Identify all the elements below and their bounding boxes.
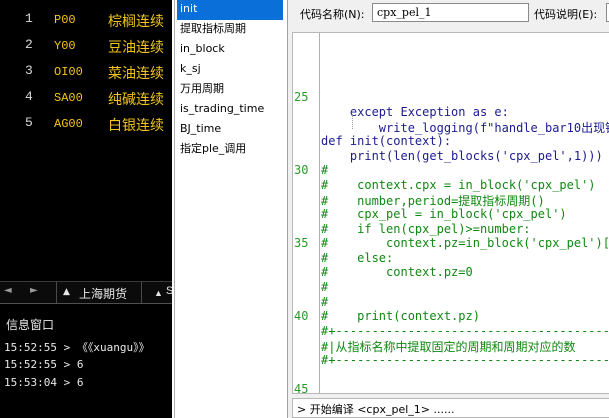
code-name-input[interactable]: cpx_pel_1 [372,3,529,22]
quote-code: SA00 [54,91,83,105]
block-list-item[interactable]: in_block [177,40,283,60]
quote-row[interactable]: 5 AG00 白银连续 [0,111,172,137]
compile-status-text: > 开始编译 <cpx_pel_1> ...... [297,403,455,416]
code-editor-panel: 代码名称(N): cpx_pel_1 代码说明(E): 25 30 35 40 45 e… [287,0,609,418]
quote-name: 豆油连续 [108,40,164,56]
info-window: 信息窗口 15:52:55 > 《《xuangu》》 15:52:55 > 6 … [0,303,172,418]
comment-line[interactable]: #+--------------------------------------… [321,353,609,367]
log-line: 15:52:55 > 《《xuangu》》 [4,341,150,354]
comment-line[interactable]: # print(context.pz) [321,309,480,323]
quote-row[interactable]: 1 P00 棕榈连续 [0,7,172,33]
line-number: 35 [294,236,309,251]
code-name-bar: 代码名称(N): cpx_pel_1 代码说明(E): [288,0,609,26]
quote-index: 2 [25,37,33,52]
comment-line[interactable]: # context.pz=0 [321,265,473,279]
info-window-title: 信息窗口 [6,318,55,332]
compile-output-bar: > 开始编译 <cpx_pel_1> ...... [292,398,609,418]
comment-line[interactable]: # [321,163,328,177]
comment-line[interactable]: # context.pz=in_block('cpx_pel')[nu [321,236,609,250]
function-block-list: init 提取指标周期 in_block k_sj 万用周期 is_trading_tim… [174,0,284,418]
comment-line[interactable]: #+--------------------------------------… [321,324,609,338]
quote-row[interactable]: 4 SA00 纯碱连续 [0,85,172,111]
quote-name: 纯碱连续 [108,92,164,108]
block-list-item[interactable]: k_sj [177,60,283,80]
fold-margin [319,33,320,393]
line-number-gutter: 25 30 35 40 45 [293,33,319,394]
comment-line[interactable]: # else: [321,251,393,265]
block-list-item[interactable]: 提取指标周期 [177,20,283,40]
line-number: 40 [294,309,309,324]
code-name-label: 代码名称(N): [300,8,365,21]
line-number: 30 [294,163,309,178]
quote-row[interactable]: 2 Y00 豆油连续 [0,33,172,59]
comment-line[interactable]: # if len(cpx_pel)>=number: [321,222,531,236]
log-line: 15:53:04 > 6 [4,376,84,389]
quote-name: 白银连续 [108,118,164,134]
quote-code: P00 [54,13,76,27]
quote-code: AG00 [54,117,83,131]
code-line[interactable]: def init(context): [321,134,451,148]
market-tab-bar: ◄ ► ▲ 上海期货 ▲ S [0,281,172,303]
block-list-item[interactable]: 万用周期 [177,80,283,100]
code-text-area[interactable]: 25 30 35 40 45 except Exception as e: write_… [292,32,609,394]
tab-scroll-right-icon[interactable]: ► [30,285,38,296]
comment-line[interactable]: # context.cpx = in_block('cpx_pel') [321,178,596,192]
tab-next-market[interactable]: ▲ S [148,282,172,303]
block-list-item[interactable]: init [177,0,283,20]
quote-index: 4 [25,89,33,104]
quote-name: 菜油连续 [108,66,164,82]
line-number: 45 [294,382,309,394]
tab-label: 上海期货 [79,287,128,301]
block-list-item[interactable]: is_trading_time [177,100,283,120]
tab-label: S [166,285,172,297]
quote-list-panel: 1 P00 棕榈连续 2 Y00 豆油连续 3 OI00 菜油连续 4 SA00 纯碱连续 5 AG00 白… [0,0,172,281]
triangle-up-icon: ▲ [63,287,70,297]
indent-guide [352,114,353,129]
block-list-item[interactable]: 指定ple_调用 [177,140,283,160]
code-line[interactable]: print(len(get_blocks('cpx_pel',1))) [321,149,603,163]
comment-line[interactable]: # [321,280,328,294]
quote-code: Y00 [54,39,76,53]
quote-code: OI00 [54,65,83,79]
quote-row[interactable]: 3 OI00 菜油连续 [0,59,172,85]
tab-shanghai-futures[interactable]: ▲ 上海期货 [56,282,142,303]
quote-index: 3 [25,63,33,78]
comment-line[interactable]: # cpx_pel = in_block('cpx_pel') [321,207,567,221]
code-line[interactable]: except Exception as e: [321,105,509,119]
code-description-label: 代码说明(E): [534,8,598,21]
log-line: 15:52:55 > 6 [4,358,84,371]
quote-name: 棕榈连续 [108,14,164,30]
triangle-up-icon: ▲ [154,288,163,298]
quote-index: 5 [25,115,33,130]
line-number: 25 [294,90,309,105]
tab-scroll-left-icon[interactable]: ◄ [4,285,12,296]
comment-line[interactable]: # [321,295,328,309]
block-list-item[interactable]: BJ_time [177,120,283,140]
quote-index: 1 [25,11,33,26]
